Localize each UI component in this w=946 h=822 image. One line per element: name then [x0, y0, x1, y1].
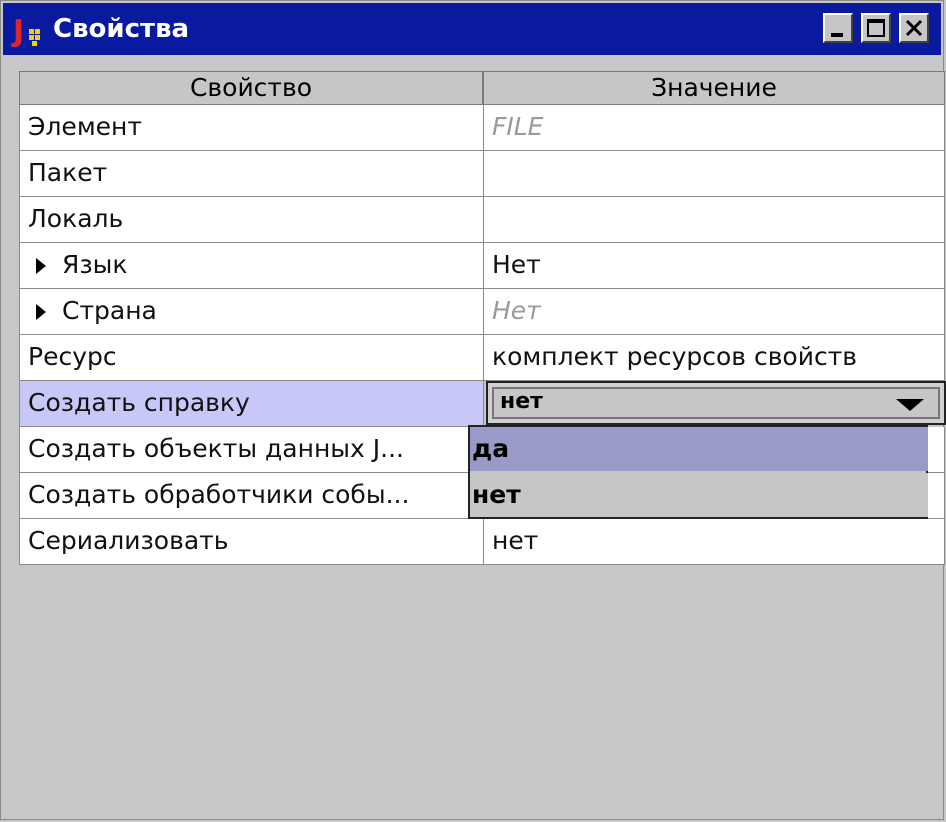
- property-value[interactable]: Нет: [484, 289, 945, 335]
- column-header-value[interactable]: Значение: [483, 71, 945, 105]
- table-row[interactable]: Локаль: [19, 197, 945, 243]
- property-name: Пакет: [19, 151, 484, 197]
- property-name: Локаль: [19, 197, 484, 243]
- maximize-button[interactable]: [861, 13, 891, 43]
- minimize-button[interactable]: [823, 13, 853, 43]
- property-value[interactable]: [484, 151, 945, 197]
- maximize-icon: [867, 19, 885, 37]
- property-value[interactable]: комплект ресурсов свойств: [484, 335, 945, 381]
- property-name-cell: Страна: [19, 289, 484, 335]
- window-title: Свойства: [53, 14, 190, 44]
- column-header-property[interactable]: Свойство: [19, 71, 483, 105]
- property-name: Язык: [62, 250, 128, 279]
- table-row[interactable]: Язык Нет: [19, 243, 945, 289]
- java-bean-icon: J: [11, 14, 40, 47]
- close-icon: [905, 19, 923, 37]
- title-bar[interactable]: J Свойства: [3, 3, 941, 55]
- property-value[interactable]: Нет: [484, 243, 945, 289]
- table-row-selected[interactable]: Создать справку нет: [19, 381, 946, 427]
- close-button[interactable]: [899, 13, 929, 43]
- dropdown-arrow-icon[interactable]: [896, 399, 924, 411]
- property-name: Сериализовать: [19, 519, 484, 565]
- table-row[interactable]: Сериализовать нет: [19, 519, 945, 565]
- property-name: Элемент: [19, 105, 484, 151]
- property-name-cell: Язык: [19, 243, 484, 289]
- svg-text:J: J: [11, 14, 24, 47]
- property-value[interactable]: [484, 197, 945, 243]
- property-name: Ресурс: [19, 335, 484, 381]
- expand-arrow-icon[interactable]: [36, 304, 46, 320]
- combobox-value: нет: [500, 389, 543, 414]
- property-name: Страна: [62, 296, 157, 325]
- minimize-icon: [831, 33, 843, 37]
- property-name: Создать объекты данных J...: [19, 427, 484, 473]
- property-value[interactable]: нет: [484, 519, 945, 565]
- property-name: Создать обработчики собы...: [19, 473, 484, 519]
- dropdown-option-yes[interactable]: да: [470, 427, 928, 471]
- property-name: Создать справку: [19, 381, 484, 427]
- expand-arrow-icon[interactable]: [36, 258, 46, 274]
- table-row[interactable]: Страна Нет: [19, 289, 945, 335]
- properties-window: J Свойства Свойство Значение Элемент FIL…: [0, 0, 946, 820]
- table-row[interactable]: Пакет: [19, 151, 945, 197]
- table-row[interactable]: Элемент FILE: [19, 105, 945, 151]
- table-row[interactable]: Ресурс комплект ресурсов свойств: [19, 335, 945, 381]
- property-value[interactable]: FILE: [484, 105, 945, 151]
- dropdown-list[interactable]: да нет: [468, 425, 928, 519]
- combobox-field[interactable]: нет: [492, 387, 940, 419]
- value-combobox[interactable]: нет: [486, 381, 946, 425]
- dropdown-option-no[interactable]: нет: [470, 473, 928, 517]
